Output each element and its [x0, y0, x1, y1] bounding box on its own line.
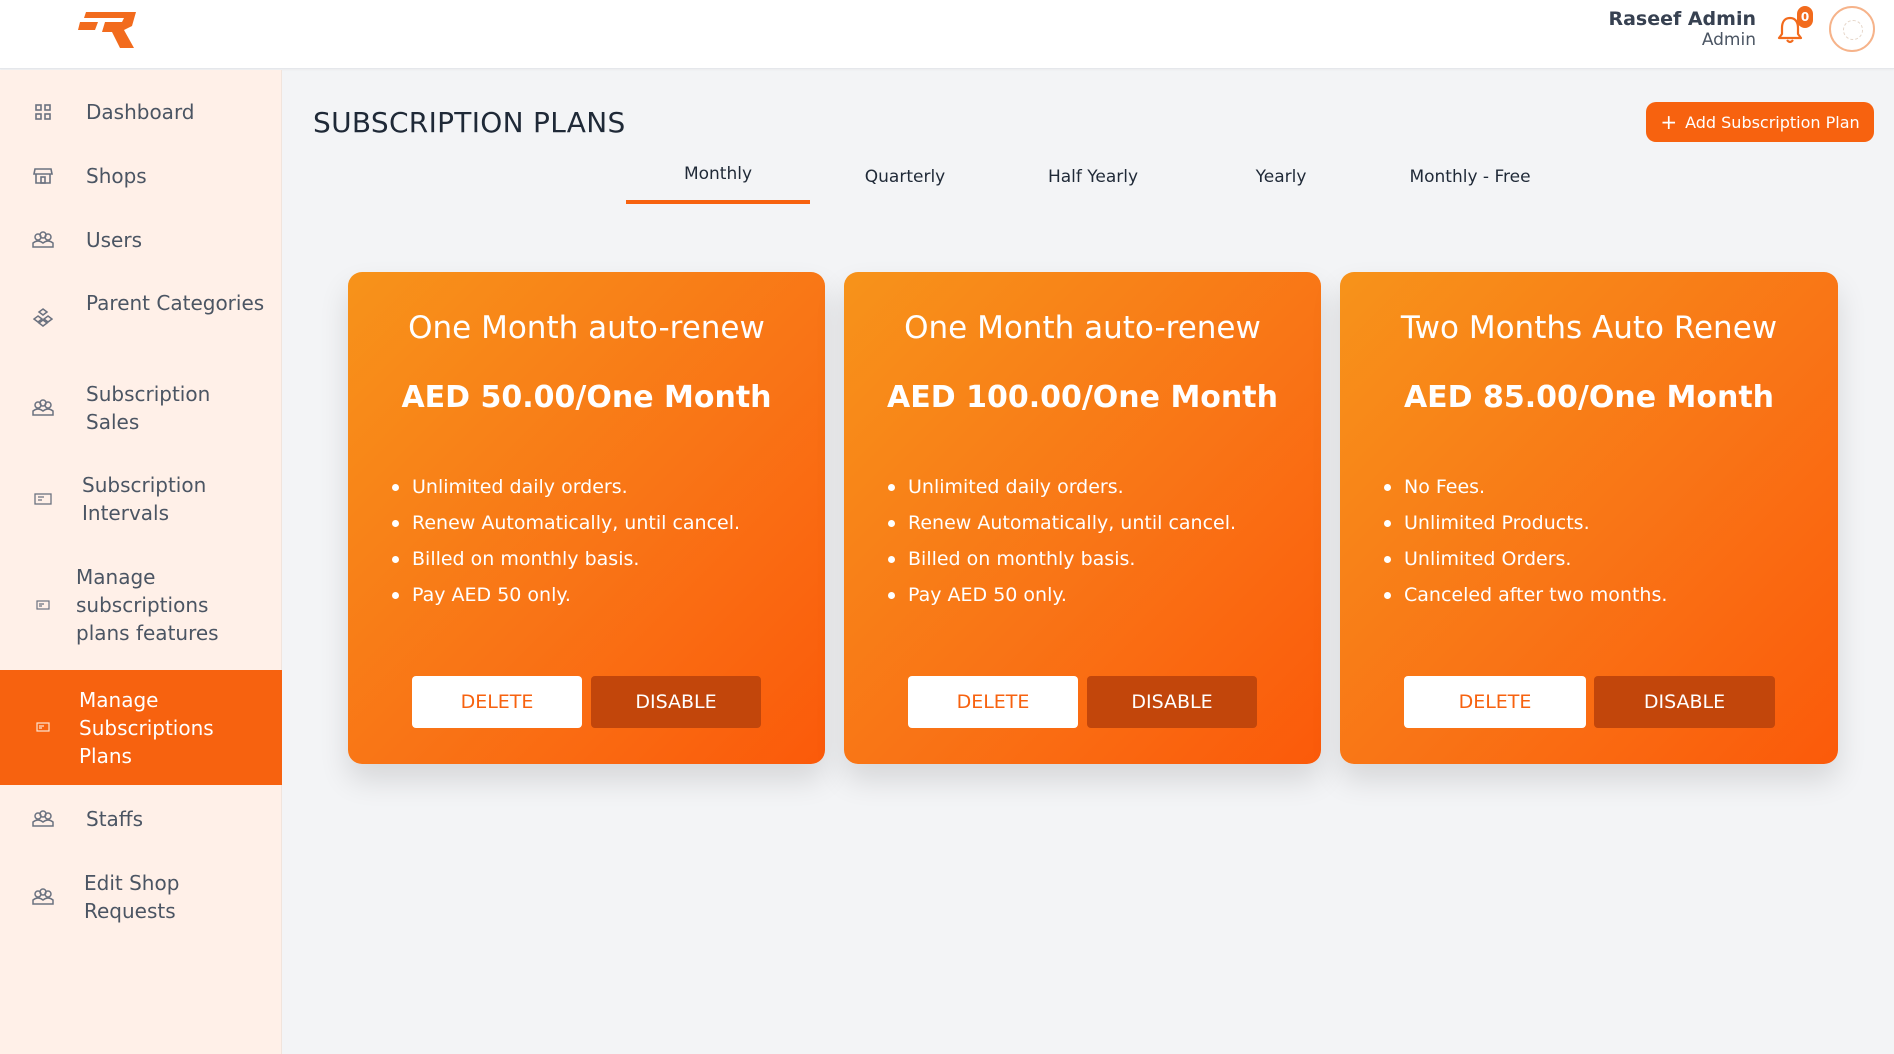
sidebar-item-label: Manage Subscriptions Plans [79, 688, 214, 768]
sidebar: Dashboard Shops Users Parent Categories … [0, 70, 282, 1054]
feature-item: Billed on monthly basis. [887, 541, 1236, 577]
feature-item: Pay AED 50 only. [391, 577, 740, 613]
ticket-icon [32, 488, 54, 510]
sidebar-item-shops[interactable]: Shops [0, 154, 282, 198]
user-role: Admin [1701, 30, 1756, 50]
plan-card: One Month auto-renew AED 50.00/One Month… [348, 272, 825, 764]
tab-label: Monthly [683, 164, 753, 184]
feature-item: Billed on monthly basis. [391, 541, 740, 577]
feature-item: Renew Automatically, until cancel. [391, 505, 740, 541]
ticket-icon [32, 594, 54, 616]
categories-icon [32, 306, 54, 328]
delete-button[interactable]: DELETE [1404, 676, 1586, 728]
brand-logo[interactable] [78, 8, 144, 50]
add-subscription-plan-button[interactable]: + Add Subscription Plan [1646, 102, 1874, 142]
sidebar-item-manage-subscriptions-plans[interactable]: Manage Subscriptions Plans [0, 670, 282, 785]
tab-label: Monthly - Free [1409, 167, 1531, 187]
user-info: Raseef Admin Admin [1608, 8, 1756, 50]
sidebar-item-subscription-intervals[interactable]: Subscription Intervals [0, 464, 282, 534]
tab-monthly[interactable]: Monthly [626, 164, 810, 204]
sidebar-item-edit-shop-requests[interactable]: Edit Shop Requests [0, 862, 282, 932]
feature-item: Unlimited daily orders. [391, 469, 740, 505]
tab-monthly-free[interactable]: Monthly - Free [1376, 167, 1564, 207]
plan-price: AED 50.00/One Month [401, 380, 772, 415]
store-icon [32, 165, 54, 187]
ticket-icon [32, 716, 54, 738]
sidebar-item-label: Subscription Sales [86, 382, 211, 434]
plan-title: One Month auto-renew [904, 310, 1261, 346]
people-icon [32, 808, 54, 830]
plus-icon: + [1660, 110, 1678, 134]
tab-quarterly[interactable]: Quarterly [813, 167, 997, 207]
plan-price: AED 100.00/One Month [887, 380, 1278, 415]
tab-label: Half Yearly [1047, 167, 1139, 187]
sidebar-item-label: Subscription Intervals [82, 473, 207, 525]
sidebar-item-label: Parent Categories [86, 291, 265, 315]
user-avatar[interactable] [1829, 6, 1875, 52]
feature-item: Pay AED 50 only. [887, 577, 1236, 613]
top-header: Raseef Admin Admin 0 [0, 0, 1894, 69]
plan-features: No Fees. Unlimited Products. Unlimited O… [1383, 469, 1667, 613]
sidebar-item-label: Dashboard [86, 100, 195, 124]
people-icon [32, 397, 54, 419]
user-name: Raseef Admin [1608, 8, 1756, 30]
feature-item: No Fees. [1383, 469, 1667, 505]
sidebar-item-subscription-sales[interactable]: Subscription Sales [0, 373, 282, 443]
users-icon [32, 229, 54, 251]
feature-item: Unlimited Orders. [1383, 541, 1667, 577]
sidebar-item-dashboard[interactable]: Dashboard [0, 90, 282, 134]
notification-count-badge: 0 [1797, 6, 1813, 28]
sidebar-item-label: Manage subscriptions plans features [76, 565, 219, 645]
plan-card: One Month auto-renew AED 100.00/One Mont… [844, 272, 1321, 764]
plan-title: One Month auto-renew [408, 310, 765, 346]
tab-label: Yearly [1255, 167, 1307, 187]
plan-features: Unlimited daily orders. Renew Automatica… [887, 469, 1236, 613]
sidebar-item-label: Shops [86, 164, 147, 188]
disable-button[interactable]: DISABLE [591, 676, 761, 728]
delete-button[interactable]: DELETE [908, 676, 1078, 728]
feature-item: Unlimited Products. [1383, 505, 1667, 541]
feature-item: Renew Automatically, until cancel. [887, 505, 1236, 541]
sidebar-item-label: Edit Shop Requests [84, 871, 180, 923]
dashboard-grid-icon [32, 101, 54, 123]
tab-yearly[interactable]: Yearly [1189, 167, 1373, 207]
page-title: SUBSCRIPTION PLANS [313, 106, 626, 139]
tab-label: Quarterly [864, 167, 946, 187]
plan-card: Two Months Auto Renew AED 85.00/One Mont… [1340, 272, 1838, 764]
sidebar-item-label: Users [86, 228, 143, 252]
sidebar-item-parent-categories[interactable]: Parent Categories [0, 282, 282, 352]
add-button-label: Add Subscription Plan [1685, 112, 1860, 132]
feature-item: Canceled after two months. [1383, 577, 1667, 613]
plan-title: Two Months Auto Renew [1400, 310, 1778, 346]
disable-button[interactable]: DISABLE [1087, 676, 1257, 728]
feature-item: Unlimited daily orders. [887, 469, 1236, 505]
plan-price: AED 85.00/One Month [1403, 380, 1775, 415]
sidebar-item-users[interactable]: Users [0, 218, 282, 262]
plan-features: Unlimited daily orders. Renew Automatica… [391, 469, 740, 613]
sidebar-item-staffs[interactable]: Staffs [0, 797, 282, 841]
sidebar-item-label: Staffs [86, 807, 143, 831]
tab-half-yearly[interactable]: Half Yearly [1001, 167, 1185, 207]
people-icon [32, 886, 54, 908]
sidebar-item-manage-plans-features[interactable]: Manage subscriptions plans features [0, 555, 282, 655]
delete-button[interactable]: DELETE [412, 676, 582, 728]
disable-button[interactable]: DISABLE [1594, 676, 1775, 728]
